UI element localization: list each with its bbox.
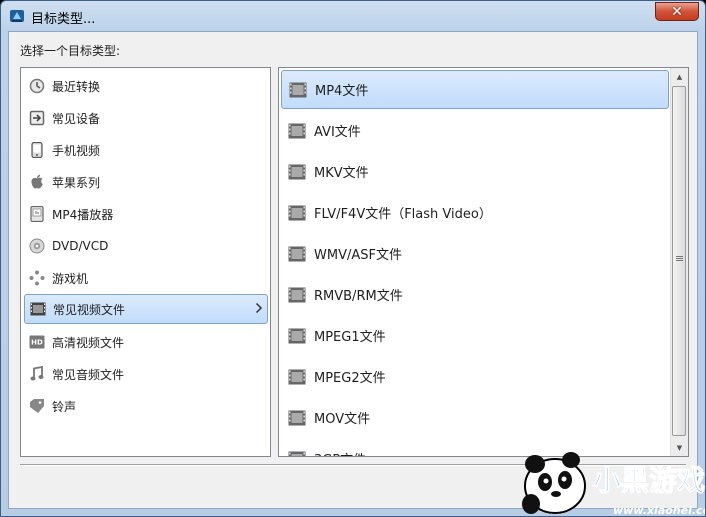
- category-label: 常见音频文件: [52, 367, 125, 382]
- scroll-up-button[interactable]: ▲: [671, 68, 688, 85]
- dialog-client-area: 选择一个目标类型: 最近转换 常见设备 手机视频 苹果系列 MP4播放器 DVD…: [8, 31, 698, 509]
- format-label: MPEG2文件: [314, 371, 386, 386]
- film-icon: [288, 287, 306, 302]
- category-item[interactable]: 常见设备: [24, 103, 268, 133]
- category-label: 常见设备: [52, 111, 101, 126]
- format-label: MKV文件: [314, 166, 369, 181]
- music-note-icon: [28, 365, 46, 383]
- ringtone-tag-icon: [28, 397, 46, 415]
- category-label: 游戏机: [52, 271, 89, 286]
- format-item-selected[interactable]: MP4文件: [281, 70, 669, 109]
- format-list: MP4文件 AVI文件 MKV文件 FLV/F4V文件（Flash Video）…: [278, 67, 689, 457]
- chevron-right-icon: [255, 302, 263, 317]
- format-label: 3GP文件: [314, 449, 366, 456]
- format-item[interactable]: AVI文件: [281, 111, 669, 150]
- format-item[interactable]: FLV/F4V文件（Flash Video）: [281, 193, 669, 232]
- disc-icon: [28, 237, 46, 255]
- close-button[interactable]: ✕: [655, 2, 699, 21]
- close-icon: ✕: [671, 3, 683, 20]
- category-label: 手机视频: [52, 143, 101, 158]
- format-item[interactable]: MOV文件: [281, 398, 669, 437]
- title-bar[interactable]: 目标类型... ✕: [1, 1, 705, 31]
- format-label: MPEG1文件: [314, 330, 386, 345]
- clock-icon: [28, 77, 46, 95]
- watermark-logo: 小黑游戏 www.xiaohei.com: [522, 452, 706, 517]
- category-label: 铃声: [52, 399, 77, 414]
- grip-line: [676, 260, 683, 261]
- dialog-window: 目标类型... ✕ 选择一个目标类型: 最近转换 常见设备 手机视频 苹果系列: [0, 0, 706, 517]
- category-item[interactable]: 苹果系列: [24, 167, 268, 197]
- format-label: RMVB/RM文件: [314, 289, 403, 304]
- category-item[interactable]: 游戏机: [24, 263, 268, 293]
- film-icon: [288, 410, 306, 425]
- category-label: DVD/VCD: [52, 239, 109, 253]
- format-item[interactable]: RMVB/RM文件: [281, 275, 669, 314]
- film-icon: [289, 82, 307, 97]
- grip-line: [676, 256, 683, 257]
- category-item[interactable]: DVD/VCD: [24, 231, 268, 261]
- arrow-up-icon: ▲: [676, 72, 683, 81]
- device-arrow-icon: [28, 109, 46, 127]
- category-item[interactable]: HD 高清视频文件: [24, 327, 268, 357]
- watermark-brand: 小黑游戏: [593, 464, 705, 497]
- category-label: 最近转换: [52, 79, 101, 94]
- film-icon: [288, 328, 306, 343]
- category-item[interactable]: 常见音频文件: [24, 359, 268, 389]
- apple-icon: [28, 173, 46, 191]
- category-list: 最近转换 常见设备 手机视频 苹果系列 MP4播放器 DVD/VCD 游戏机 常…: [20, 67, 271, 457]
- category-label: 高清视频文件: [52, 335, 125, 350]
- app-icon: [10, 10, 24, 22]
- format-label: MOV文件: [314, 412, 371, 427]
- watermark-url: www.xiaohei.com: [613, 504, 706, 517]
- format-item[interactable]: MKV文件: [281, 152, 669, 191]
- format-list-scrollbar[interactable]: ▲ ▼: [670, 68, 688, 456]
- format-label: FLV/F4V文件（Flash Video）: [314, 207, 492, 222]
- mp4-player-icon: [28, 205, 46, 223]
- film-icon: [288, 164, 306, 179]
- category-label: MP4播放器: [52, 207, 114, 222]
- category-item[interactable]: 铃声: [24, 391, 268, 421]
- format-item[interactable]: MPEG2文件: [281, 357, 669, 396]
- svg-text:HD: HD: [31, 339, 43, 347]
- prompt-label: 选择一个目标类型:: [20, 44, 121, 58]
- category-item[interactable]: 最近转换: [24, 71, 268, 101]
- film-icon: [29, 300, 47, 318]
- category-item[interactable]: MP4播放器: [24, 199, 268, 229]
- category-item[interactable]: 手机视频: [24, 135, 268, 165]
- film-icon: [288, 246, 306, 261]
- format-label: AVI文件: [314, 125, 361, 140]
- film-icon: [288, 205, 306, 220]
- category-item-selected[interactable]: 常见视频文件: [24, 294, 268, 324]
- hd-icon: HD: [28, 333, 46, 351]
- format-label: WMV/ASF文件: [314, 248, 402, 263]
- phone-icon: [28, 141, 46, 159]
- film-icon: [288, 369, 306, 384]
- category-label: 苹果系列: [52, 175, 101, 190]
- format-label: MP4文件: [315, 84, 369, 99]
- gamepad-icon: [28, 269, 46, 287]
- grip-line: [676, 258, 683, 259]
- window-title: 目标类型...: [31, 12, 96, 27]
- film-icon: [288, 123, 306, 138]
- format-item[interactable]: MPEG1文件: [281, 316, 669, 355]
- category-label: 常见视频文件: [53, 302, 126, 317]
- film-icon: [288, 451, 306, 456]
- format-item[interactable]: WMV/ASF文件: [281, 234, 669, 273]
- scrollbar-thumb[interactable]: [672, 86, 686, 436]
